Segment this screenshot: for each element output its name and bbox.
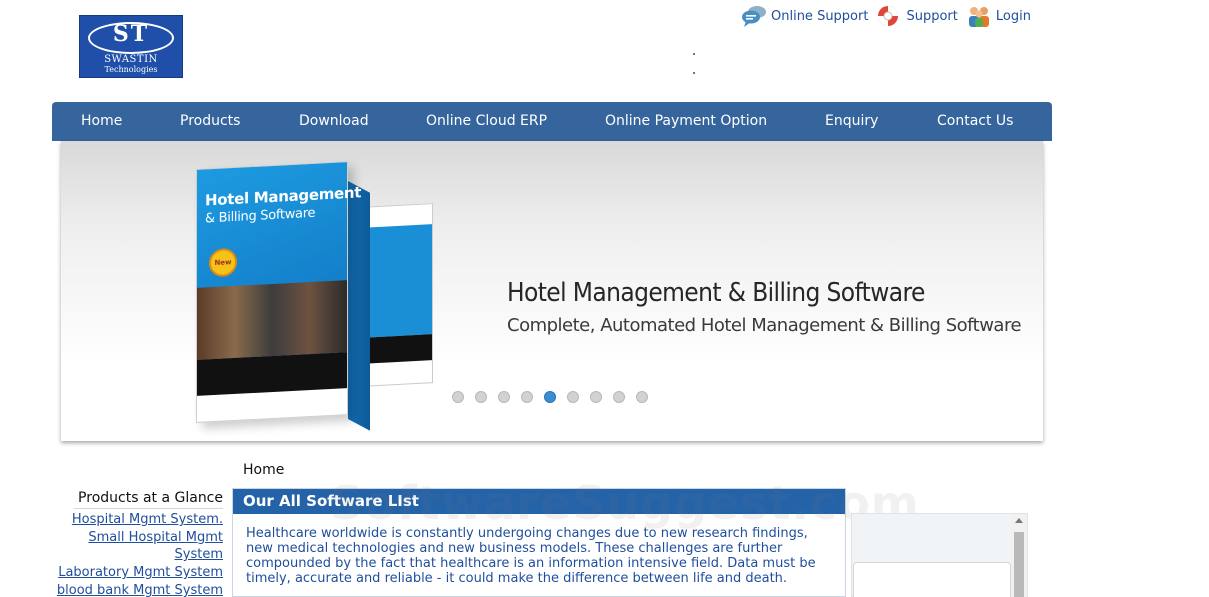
- sidebar-product-list: Hospital Mgmt System. Small Hospital Mgm…: [56, 511, 223, 597]
- sidebar-link-hospital-mgmt[interactable]: Hospital Mgmt System.: [56, 511, 223, 528]
- lifebuoy-icon: [876, 4, 900, 28]
- slider-dot-5-active[interactable]: [544, 391, 556, 403]
- support-link[interactable]: Support: [876, 4, 958, 28]
- logo-subtitle: Technologies: [104, 65, 158, 74]
- main-nav: Home Products Download Online Cloud ERP …: [52, 102, 1052, 141]
- nav-enquiry[interactable]: Enquiry: [825, 102, 878, 141]
- slider-dot-8[interactable]: [613, 391, 625, 403]
- slider-dot-7[interactable]: [590, 391, 602, 403]
- slider-dot-3[interactable]: [498, 391, 510, 403]
- slider-dot-4[interactable]: [521, 391, 533, 403]
- logo-name: SWASTIN: [104, 54, 158, 65]
- slider-dot-2[interactable]: [475, 391, 487, 403]
- slider-pagination: [452, 391, 659, 403]
- banner-subtitle: Complete, Automated Hotel Management & B…: [507, 315, 1022, 336]
- login-label: Login: [995, 8, 1031, 24]
- login-link[interactable]: Login: [966, 4, 1031, 28]
- nav-online-payment-option[interactable]: Online Payment Option: [605, 102, 767, 141]
- staff-photo: [197, 280, 347, 360]
- sidebar-link-blood-bank-mgmt[interactable]: blood bank Mgmt System: [56, 582, 223, 597]
- sidebar-title: Products at a Glance: [74, 490, 223, 509]
- decorative-dot: [693, 72, 695, 74]
- nav-products[interactable]: Products: [180, 102, 240, 141]
- company-logo[interactable]: ST SWASTIN Technologies: [79, 15, 183, 78]
- slider-dot-6[interactable]: [567, 391, 579, 403]
- decorative-dot: [693, 53, 695, 55]
- scroll-up-arrow-icon[interactable]: [1015, 518, 1023, 523]
- product-box-side: [348, 181, 370, 431]
- users-icon: [966, 4, 990, 28]
- panel-title: Our All Software LIst: [233, 489, 845, 514]
- nav-download[interactable]: Download: [299, 102, 369, 141]
- widget-content-box: [853, 562, 1011, 597]
- breadcrumb: Home: [243, 462, 285, 478]
- sidebar-link-small-hospital-mgmt[interactable]: Small Hospital Mgmt System: [56, 529, 223, 563]
- panel-body-text: Healthcare worldwide is constantly under…: [246, 526, 816, 586]
- nav-home[interactable]: Home: [81, 102, 122, 141]
- nav-online-cloud-erp[interactable]: Online Cloud ERP: [426, 102, 547, 141]
- slider-dot-9[interactable]: [636, 391, 648, 403]
- top-links: Online Support Support Login: [741, 3, 1031, 29]
- hero-banner[interactable]: Hotel Management & Billing Software New …: [61, 141, 1043, 441]
- nav-contact-us[interactable]: Contact Us: [937, 102, 1013, 141]
- sidebar-link-laboratory-mgmt[interactable]: Laboratory Mgmt System: [56, 564, 223, 581]
- scroll-thumb[interactable]: [1014, 532, 1024, 597]
- product-box-back-image: [361, 203, 433, 387]
- slider-dot-1[interactable]: [452, 391, 464, 403]
- side-widget: [851, 513, 1028, 597]
- logo-initials: ST: [112, 21, 150, 47]
- widget-scrollbar[interactable]: [1011, 514, 1027, 597]
- software-list-panel: Our All Software LIst Healthcare worldwi…: [232, 488, 846, 597]
- chat-bubbles-icon: [741, 4, 766, 28]
- support-label: Support: [906, 8, 958, 24]
- online-support-label: Online Support: [771, 8, 869, 24]
- banner-title: Hotel Management & Billing Software: [507, 278, 925, 308]
- product-box-image: Hotel Management & Billing Software New: [196, 161, 361, 423]
- online-support-link[interactable]: Online Support: [741, 4, 868, 28]
